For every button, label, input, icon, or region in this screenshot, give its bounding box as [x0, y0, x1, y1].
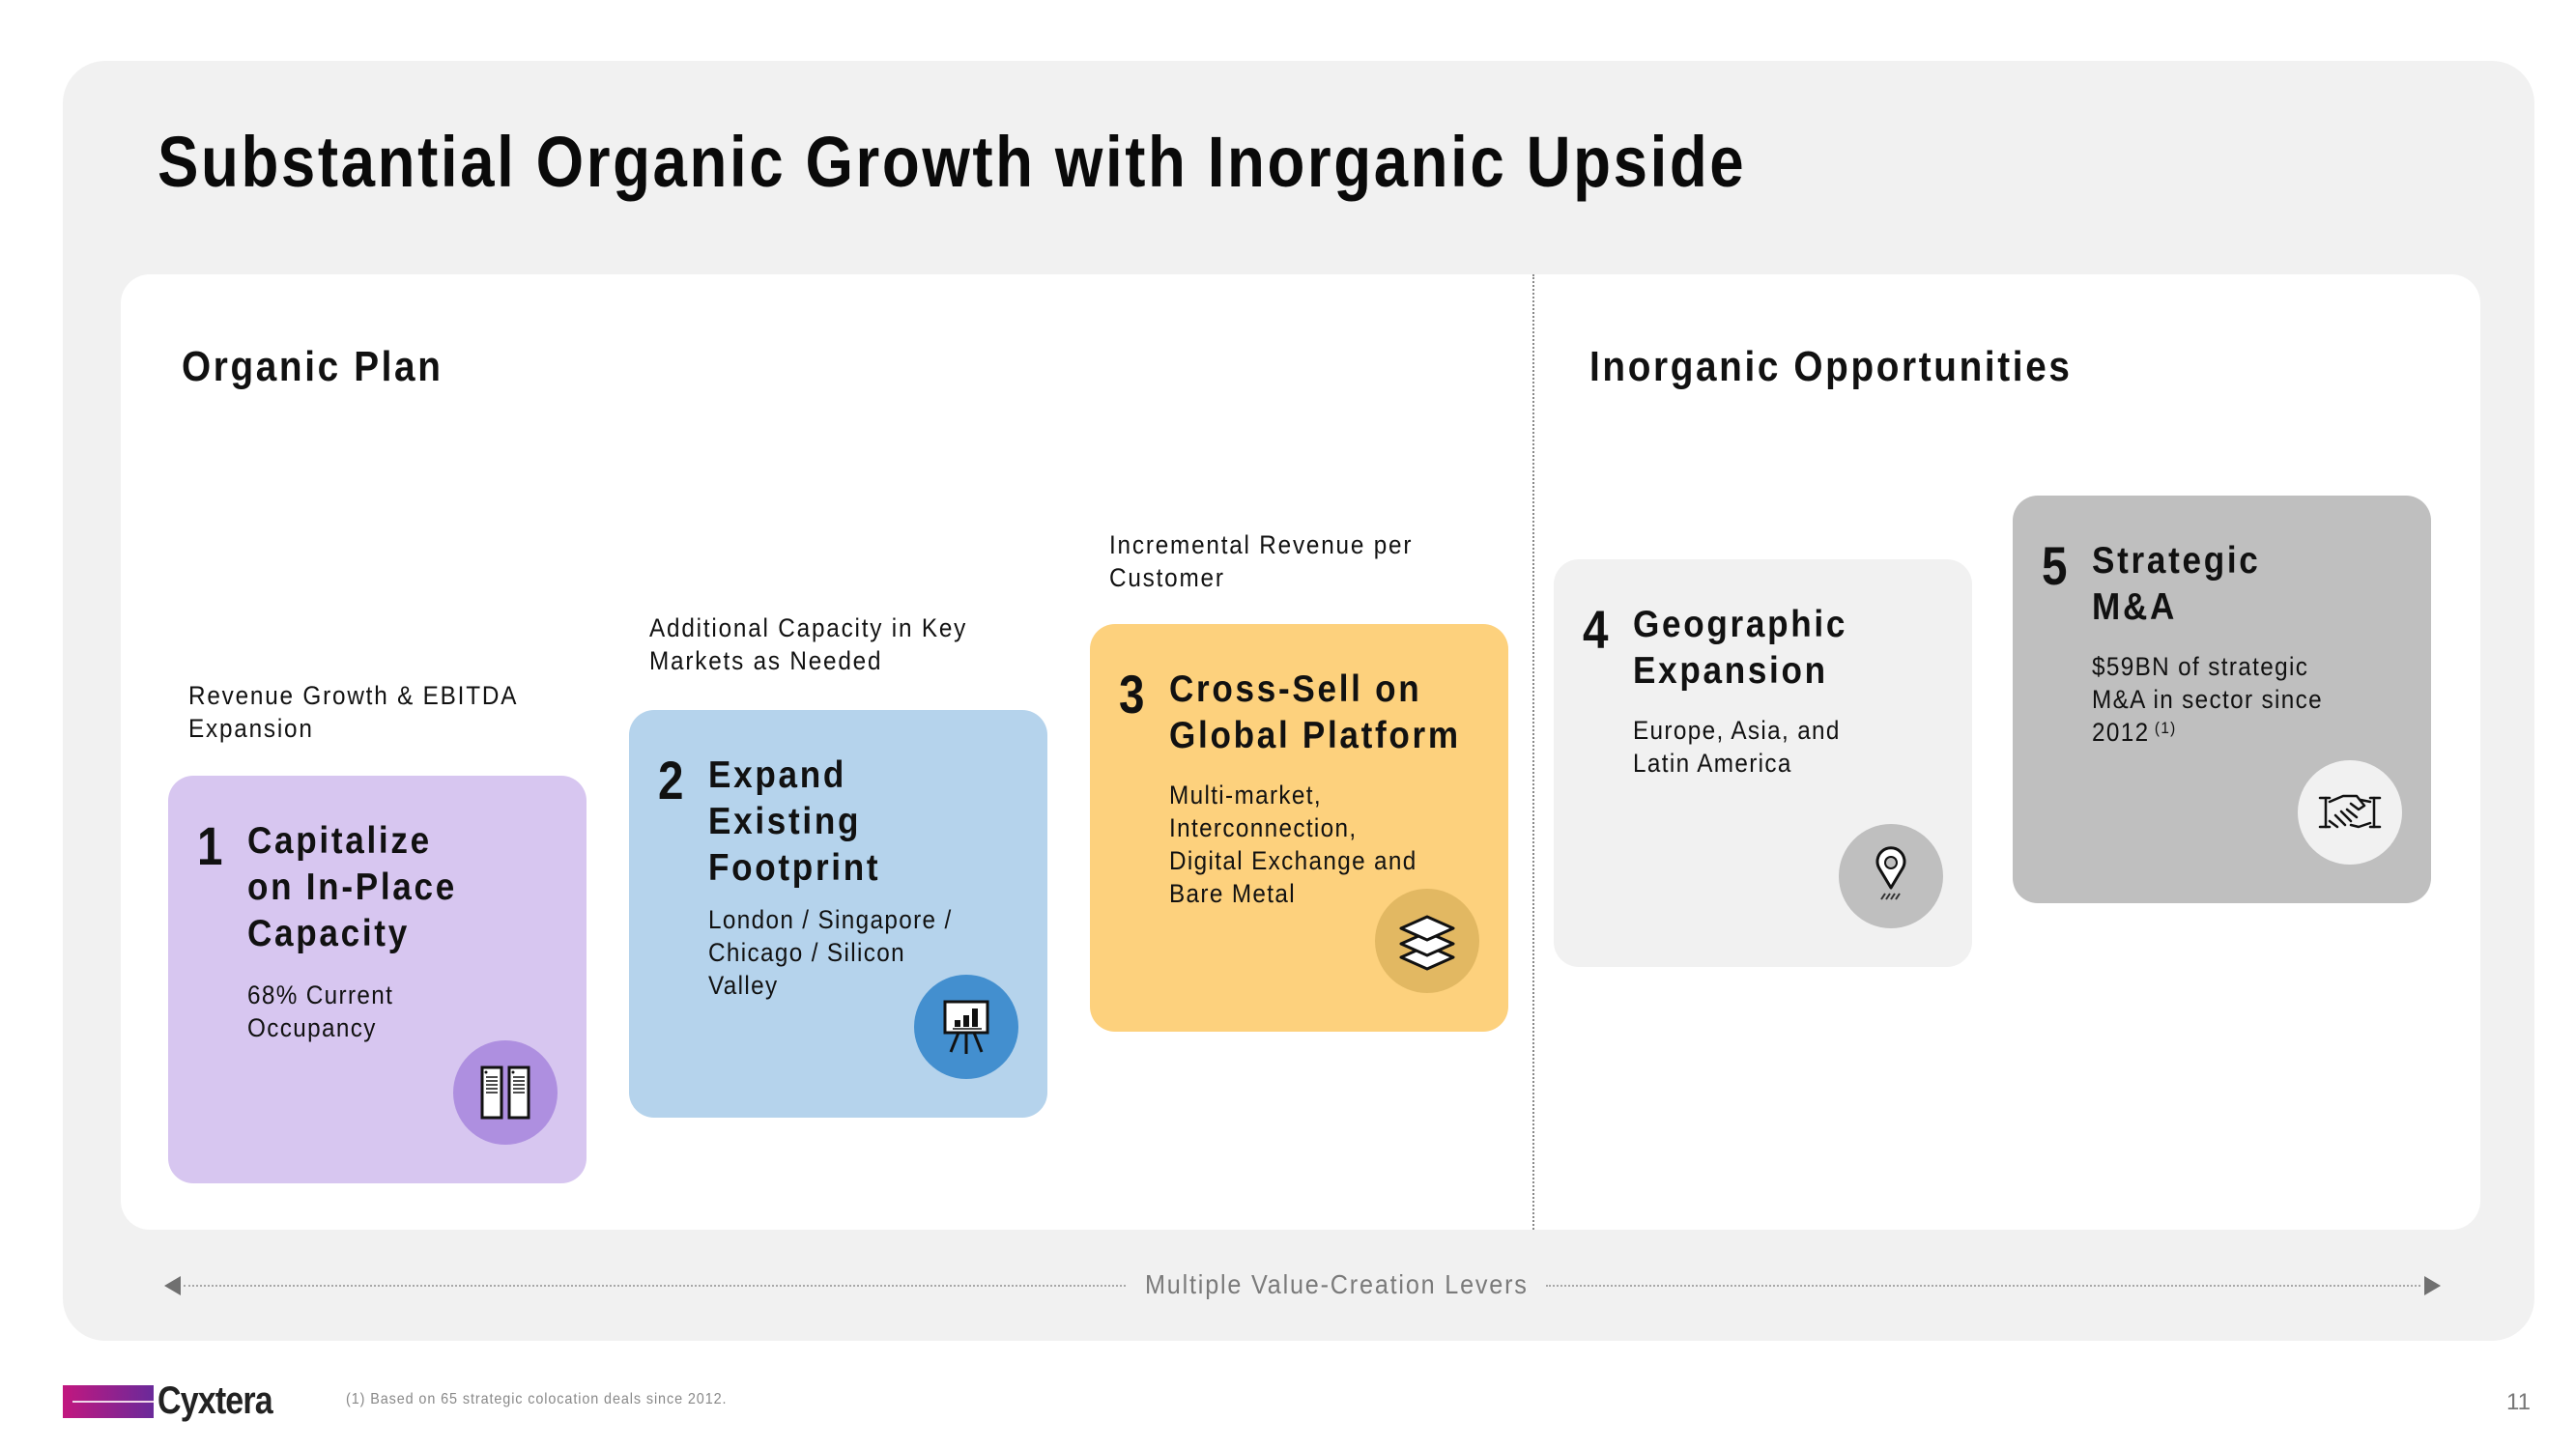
- card-expand-footprint: 2 Expand Existing Footprint London / Sin…: [629, 710, 1047, 1118]
- arrow-left-icon: [164, 1276, 181, 1295]
- card-number: 4: [1583, 599, 1609, 660]
- value-creation-levers-arrow: Multiple Value-Creation Levers: [164, 1269, 2441, 1300]
- card-number: 5: [2042, 535, 2068, 596]
- card-heading-line: Strategic: [2092, 540, 2261, 582]
- map-pin-icon: [1839, 824, 1943, 928]
- arrow-right-icon: [2424, 1276, 2441, 1295]
- layers-icon: [1375, 889, 1479, 993]
- card-number: 3: [1119, 664, 1145, 724]
- cyxtera-logo: Cyxtera: [63, 1379, 293, 1423]
- dotted-line: [1546, 1285, 2420, 1287]
- caption-line: Revenue Growth & EBITDA: [188, 681, 519, 710]
- card-heading-line: M&A: [2092, 586, 2178, 628]
- caption-additional-capacity: Additional Capacity in Key Markets as Ne…: [649, 611, 967, 677]
- card-cross-sell: 3 Cross-Sell on Global Platform Multi-ma…: [1090, 624, 1508, 1032]
- caption-line: Customer: [1109, 563, 1225, 592]
- card-description-line: 2012 (1): [2092, 716, 2323, 749]
- card-description-line: Interconnection,: [1169, 813, 1358, 842]
- card-heading: Cross-Sell on Global Platform: [1169, 667, 1461, 759]
- card-number: 1: [197, 815, 223, 876]
- caption-line: Additional Capacity in Key: [649, 613, 968, 642]
- logo-wordmark: Cyxtera: [157, 1379, 273, 1422]
- card-description-line: Europe, Asia, and: [1633, 716, 1841, 745]
- organic-plan-heading: Organic Plan: [182, 343, 444, 390]
- caption-revenue-growth: Revenue Growth & EBITDA Expansion: [188, 679, 518, 745]
- dotted-line: [184, 1285, 1126, 1287]
- presentation-chart-icon: [914, 975, 1018, 1079]
- card-number: 2: [658, 750, 684, 810]
- card-heading: Strategic M&A: [2092, 538, 2261, 631]
- card-geographic-expansion: 4 Geographic Expansion Europe, Asia, and…: [1554, 559, 1972, 967]
- server-racks-icon: [453, 1040, 558, 1145]
- card-heading-line: Footprint: [708, 847, 881, 889]
- card-description-line: London / Singapore /: [708, 905, 953, 934]
- card-description: Multi-market, Interconnection, Digital E…: [1169, 779, 1417, 910]
- card-description-line: Multi-market,: [1169, 781, 1322, 810]
- levers-label: Multiple Value-Creation Levers: [1145, 1269, 1529, 1299]
- caption-line: Incremental Revenue per: [1109, 530, 1414, 559]
- card-description: $59BN of strategic M&A in sector since 2…: [2092, 650, 2323, 749]
- card-strategic-ma: 5 Strategic M&A $59BN of strategic M&A i…: [2013, 496, 2431, 903]
- caption-line: Markets as Needed: [649, 646, 883, 675]
- card-heading-line: Geographic: [1633, 604, 1848, 645]
- card-description: London / Singapore / Chicago / Silicon V…: [708, 903, 953, 1002]
- section-divider: [1532, 274, 1534, 1230]
- card-description-text: 2012: [2092, 718, 2150, 747]
- page-number: 11: [2506, 1389, 2531, 1415]
- logo-mark-icon: [63, 1384, 154, 1418]
- card-description: Europe, Asia, and Latin America: [1633, 714, 1841, 780]
- card-heading-line: Global Platform: [1169, 715, 1461, 756]
- card-heading: Capitalize on In-Place Capacity: [247, 818, 457, 957]
- card-heading: Geographic Expansion: [1633, 602, 1847, 695]
- card-description-line: 68% Current: [247, 980, 394, 1009]
- card-heading: Expand Existing Footprint: [708, 753, 880, 892]
- card-description: 68% Current Occupancy: [247, 979, 393, 1044]
- card-description-line: Occupancy: [247, 1013, 377, 1042]
- card-heading-line: on In-Place: [247, 867, 457, 908]
- inorganic-opportunities-heading: Inorganic Opportunities: [1589, 343, 2073, 390]
- card-heading-line: Expand: [708, 754, 846, 796]
- card-description-line: Digital Exchange and: [1169, 846, 1417, 875]
- caption-incremental-revenue: Incremental Revenue per Customer: [1109, 528, 1413, 594]
- card-description-line: Valley: [708, 971, 779, 1000]
- card-heading-line: Cross-Sell on: [1169, 668, 1422, 710]
- card-heading-line: Capacity: [247, 913, 410, 954]
- card-description-line: $59BN of strategic: [2092, 652, 2309, 681]
- slide-title: Substantial Organic Growth with Inorgani…: [157, 122, 1747, 202]
- caption-line: Expansion: [188, 714, 314, 743]
- card-heading-line: Capitalize: [247, 820, 432, 862]
- card-description-line: M&A in sector since: [2092, 685, 2324, 714]
- footnote-reference: (1): [2154, 719, 2177, 737]
- footnote: (1) Based on 65 strategic colocation dea…: [346, 1391, 728, 1407]
- handshake-icon: [2298, 760, 2402, 865]
- card-heading-line: Existing: [708, 801, 862, 842]
- card-description-line: Latin America: [1633, 749, 1792, 778]
- card-description-line: Bare Metal: [1169, 879, 1297, 908]
- card-heading-line: Expansion: [1633, 650, 1828, 692]
- card-capitalize-capacity: 1 Capitalize on In-Place Capacity 68% Cu…: [168, 776, 587, 1183]
- card-description-line: Chicago / Silicon: [708, 938, 905, 967]
